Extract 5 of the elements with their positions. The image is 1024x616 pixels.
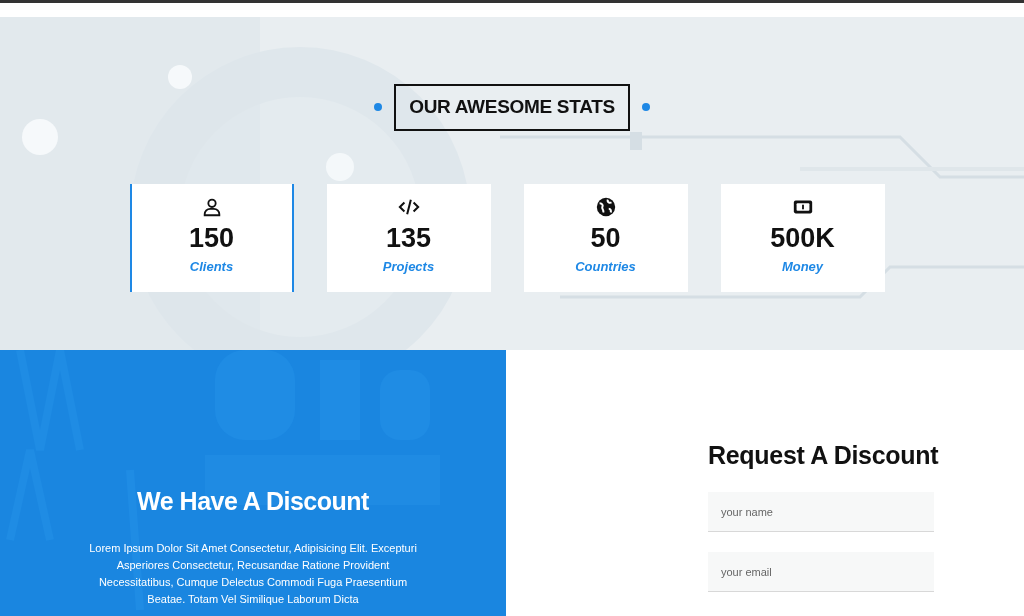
discount-text: Lorem Ipsum Dolor Sit Amet Consectetur, Adipisicing Elit. Excepturi Asperiores Consectetur, Recusandae Ratione Provident Necessitatibus, Cumque Delectus Commodi Fuga Praesentium Beatae. Totam Vel Similique Laborum Dicta [88, 541, 418, 607]
input-field[interactable]: your name [708, 492, 934, 532]
form-heading: Request A Discount [708, 440, 940, 470]
input-field[interactable]: your email [708, 552, 934, 592]
discount-heading: We Have A Discount [136, 486, 370, 516]
